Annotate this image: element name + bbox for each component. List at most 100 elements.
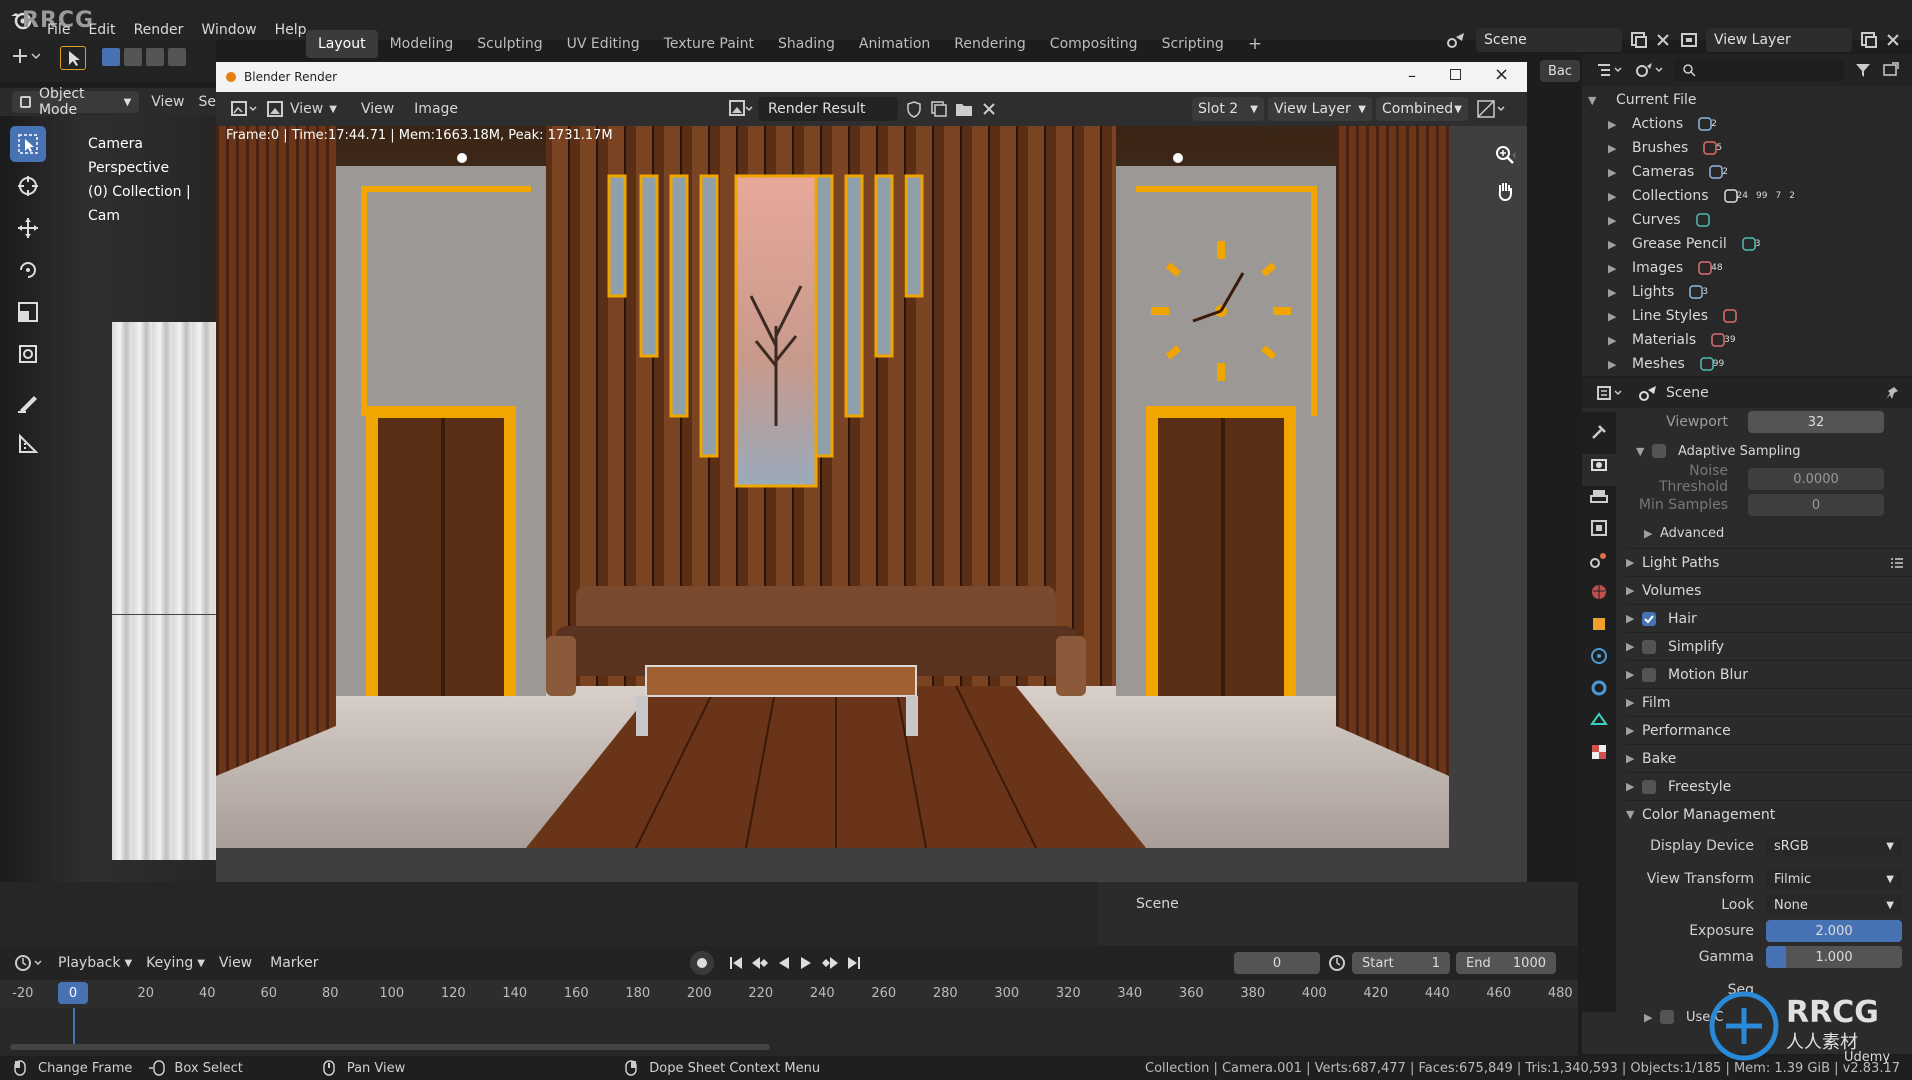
world-tab-icon[interactable]: [1582, 582, 1616, 614]
view-mode-dropdown[interactable]: View: [290, 101, 323, 117]
timeline-scrollbar[interactable]: [10, 1044, 770, 1050]
tweak-tool-icon[interactable]: [10, 126, 46, 162]
expand-right-icon[interactable]: ▶: [1608, 166, 1624, 179]
prev-keyframe-icon[interactable]: [750, 955, 770, 971]
tab-shading[interactable]: Shading: [766, 30, 847, 58]
outliner-item-cameras[interactable]: ▶ Cameras 2: [1582, 160, 1912, 184]
timeline-ruler[interactable]: -20 0 20 40 60 80 100 120 140 160 180 200 220 240 260 2…: [0, 980, 1578, 1008]
filter-icon[interactable]: [1854, 61, 1872, 79]
end-frame-field[interactable]: End 1000: [1456, 952, 1556, 974]
close-icon[interactable]: ×: [1494, 64, 1509, 85]
display-channels-icon[interactable]: [1476, 99, 1506, 119]
expand-right-icon[interactable]: ▶: [1608, 214, 1624, 227]
outliner-item-meshes[interactable]: ▶ Meshes 99: [1582, 352, 1912, 376]
tab-modeling[interactable]: Modeling: [378, 30, 466, 58]
menu-edit[interactable]: Edit: [79, 22, 124, 38]
use-curves-checkbox[interactable]: [1660, 1010, 1674, 1024]
texture-tab-icon[interactable]: [1582, 742, 1616, 774]
play-reverse-icon[interactable]: [776, 955, 792, 971]
expand-right-icon[interactable]: ▶: [1608, 286, 1624, 299]
annotate-tool-icon[interactable]: [10, 384, 46, 420]
slot-dropdown[interactable]: Slot 2 ▼: [1192, 97, 1264, 121]
outliner-item-actions[interactable]: ▶ Actions 2: [1582, 112, 1912, 136]
adaptive-sampling-checkbox[interactable]: [1652, 444, 1666, 458]
panel-checkbox[interactable]: [1642, 639, 1656, 654]
expand-right-icon[interactable]: ▶: [1608, 310, 1624, 323]
outliner-item-lights[interactable]: ▶ Lights 3: [1582, 280, 1912, 304]
expand-right-icon[interactable]: ▶: [1608, 190, 1624, 203]
expand-right-icon[interactable]: ▶: [1626, 668, 1642, 681]
view-transform-dropdown[interactable]: Filmic ▼: [1766, 868, 1902, 890]
jump-start-icon[interactable]: [728, 955, 744, 971]
start-frame-field[interactable]: Start 1: [1352, 952, 1450, 974]
viewport-select-menu[interactable]: Se: [199, 94, 217, 110]
noise-threshold-field[interactable]: 0.0000: [1748, 468, 1884, 490]
view-layer-field[interactable]: View Layer: [1706, 28, 1852, 52]
fake-user-shield-icon[interactable]: [906, 100, 922, 118]
dope-sheet-area[interactable]: Scene: [1098, 882, 1578, 946]
select-mode-invert-icon[interactable]: [168, 48, 186, 66]
expand-right-icon[interactable]: ▶: [1626, 612, 1642, 625]
render-pass-dropdown[interactable]: Combined ▼: [1376, 97, 1468, 121]
rotate-tool-icon[interactable]: [10, 252, 46, 288]
marker-menu[interactable]: Marker: [270, 955, 318, 971]
panel-checkbox[interactable]: [1642, 779, 1656, 794]
expand-down-icon[interactable]: ▼: [1588, 94, 1604, 107]
panel-bake[interactable]: ▶ Bake: [1626, 744, 1912, 772]
view-layer-icon[interactable]: [1680, 31, 1700, 49]
keying-menu[interactable]: Keying: [146, 955, 193, 971]
panel-motion-blur[interactable]: ▶ Motion Blur: [1626, 660, 1912, 688]
playhead-frame-indicator[interactable]: 0: [58, 982, 88, 1004]
menu-render[interactable]: Render: [125, 22, 193, 38]
expand-right-icon[interactable]: ▶: [1608, 262, 1624, 275]
playback-menu[interactable]: Playback: [58, 955, 120, 971]
select-mode-subtract-icon[interactable]: [146, 48, 164, 66]
expand-down-icon[interactable]: ▼: [1636, 445, 1652, 458]
tab-uv-editing[interactable]: UV Editing: [555, 30, 652, 58]
outliner-root-row[interactable]: ▼ Current File: [1582, 88, 1912, 112]
panel-checkbox[interactable]: [1642, 611, 1656, 626]
record-icon[interactable]: [690, 951, 714, 975]
expand-right-icon[interactable]: ▶: [1644, 527, 1660, 540]
output-tab-icon[interactable]: [1582, 486, 1616, 518]
view-mode-icon[interactable]: [266, 100, 284, 118]
expand-right-icon[interactable]: ▶: [1626, 584, 1642, 597]
expand-right-icon[interactable]: ▶: [1626, 780, 1642, 793]
viewport-samples-field[interactable]: 32: [1748, 411, 1884, 433]
outliner-item-curves[interactable]: ▶ Curves: [1582, 208, 1912, 232]
panel-performance[interactable]: ▶ Performance: [1626, 716, 1912, 744]
expand-right-icon[interactable]: ▶: [1608, 118, 1624, 131]
sidebar-toggle-icon[interactable]: ‹: [1512, 148, 1517, 162]
expand-right-icon[interactable]: ▶: [1626, 556, 1642, 569]
back-to-previous-button[interactable]: Bac: [1540, 60, 1580, 82]
expand-right-icon[interactable]: ▶: [1608, 238, 1624, 251]
presets-list-icon[interactable]: [1890, 556, 1904, 570]
unlink-image-icon[interactable]: [982, 102, 996, 116]
measure-tool-icon[interactable]: [10, 426, 46, 462]
adaptive-sampling-row[interactable]: ▼ Adaptive Sampling: [1636, 436, 1912, 466]
panel-color-management[interactable]: ▼ Color Management: [1626, 800, 1912, 828]
new-collection-icon[interactable]: [1882, 61, 1900, 79]
expand-right-icon[interactable]: ▶: [1626, 696, 1642, 709]
tab-scripting[interactable]: Scripting: [1150, 30, 1236, 58]
cursor-tool-icon[interactable]: [10, 168, 46, 204]
tool-tab-icon[interactable]: [1582, 422, 1616, 454]
panel-light-paths[interactable]: ▶ Light Paths: [1626, 548, 1912, 576]
expand-right-icon[interactable]: ▶: [1626, 640, 1642, 653]
select-mode-extend-icon[interactable]: [124, 48, 142, 66]
expand-right-icon[interactable]: ▶: [1626, 724, 1642, 737]
render-tab-icon[interactable]: [1582, 454, 1616, 486]
next-keyframe-icon[interactable]: [820, 955, 840, 971]
panel-volumes[interactable]: ▶ Volumes: [1626, 576, 1912, 604]
new-view-layer-icon[interactable]: [1860, 31, 1878, 49]
expand-right-icon[interactable]: ▶: [1608, 358, 1624, 371]
transform-tool-icon[interactable]: [10, 336, 46, 372]
new-scene-icon[interactable]: [1630, 31, 1648, 49]
pan-hand-icon[interactable]: [1494, 180, 1516, 202]
panel-checkbox[interactable]: [1642, 667, 1656, 682]
select-mode-new-icon[interactable]: [102, 48, 120, 66]
object-tab-icon[interactable]: [1582, 614, 1616, 646]
object-mode-dropdown[interactable]: Object Mode ▼: [12, 86, 140, 118]
curtain-object[interactable]: [112, 322, 216, 860]
outliner-editor-icon[interactable]: [1596, 61, 1624, 79]
